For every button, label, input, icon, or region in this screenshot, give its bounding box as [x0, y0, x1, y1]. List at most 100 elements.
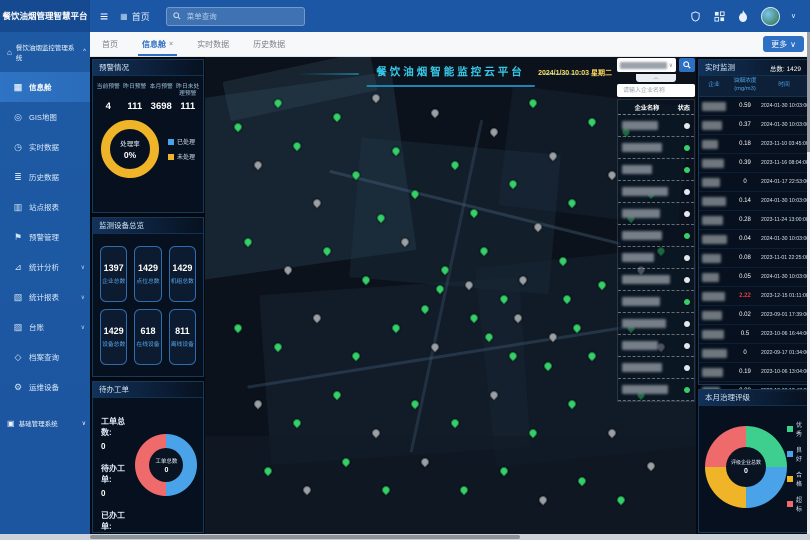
company-name-search-box[interactable]	[617, 84, 695, 97]
app-root: 餐饮油烟管理智慧平台 ≡ ▦ 首页 ∨ 首页信息舱×实时数据历史数据	[0, 0, 810, 540]
company-name-input[interactable]	[621, 87, 691, 95]
realtime-row[interactable]: 0.022023-09-01 17:39:00	[699, 306, 807, 325]
grid-icon: ▦	[120, 12, 128, 21]
company-list-row[interactable]	[618, 357, 694, 379]
menu-search-box[interactable]	[166, 7, 305, 26]
realtime-row[interactable]: 0.052024-01-30 10:03:00	[699, 268, 807, 287]
reading-time: 2023-10-06 13:04:00	[761, 369, 809, 375]
sidebar-item-stat-report[interactable]: ▧统计报表∨	[0, 282, 90, 312]
legend-label: 超标	[796, 495, 802, 513]
map-marker-pin[interactable]	[429, 107, 440, 118]
sidebar-item-label: 信息舱	[29, 82, 52, 93]
selected-value-redacted	[620, 62, 667, 69]
sidebar-item-alarm-manage[interactable]: ⚑预警管理	[0, 222, 90, 252]
company-list-row[interactable]	[618, 159, 694, 181]
map-search-button[interactable]	[679, 58, 695, 72]
sidebar-item-ledger[interactable]: ▨台账∨	[0, 312, 90, 342]
close-icon[interactable]: ×	[169, 41, 173, 48]
map-marker-pin[interactable]	[233, 322, 244, 333]
company-name-redacted	[702, 235, 727, 244]
legend-item: 超标	[787, 495, 802, 513]
company-list-row[interactable]	[618, 269, 694, 291]
company-list-row[interactable]	[618, 335, 694, 357]
tab-3[interactable]: 历史数据	[241, 32, 297, 56]
realtime-row[interactable]: 0.592024-01-30 10:03:00	[699, 97, 807, 116]
realtime-row[interactable]: 02022-09-17 01:34:00	[699, 344, 807, 363]
company-list-row[interactable]	[618, 247, 694, 269]
company-list-row[interactable]	[618, 225, 694, 247]
legend-swatch	[787, 426, 793, 432]
map-marker-pin[interactable]	[252, 398, 263, 409]
sidebar-item-archive-query[interactable]: ◇档案查询	[0, 342, 90, 372]
ops-device-icon: ⚙	[13, 382, 23, 393]
sidebar-item-gis-map[interactable]: ◎GIS地图	[0, 102, 90, 132]
realtime-monitor-panel: 实时监测 总数: 1429 企业 油烟浓度(mg/m3) 时间 0.592024…	[698, 59, 808, 385]
company-list-row[interactable]	[618, 379, 694, 401]
company-select[interactable]: ∨	[617, 58, 676, 72]
shield-icon[interactable]	[689, 10, 702, 23]
realtime-row[interactable]: 0.372024-01-30 10:03:00	[699, 116, 807, 135]
sidebar-item-ops-device[interactable]: ⚙ 运维设备	[0, 372, 90, 402]
tab-1[interactable]: 信息舱×	[130, 32, 185, 56]
horizontal-scrollbar[interactable]	[0, 534, 810, 540]
alarm-stat: 本月预警3698	[148, 84, 175, 112]
flame-icon[interactable]	[737, 10, 750, 23]
reading-time: 2023-10-06 16:44:00	[761, 331, 809, 337]
status-dot-green	[684, 387, 690, 393]
tab-0[interactable]: 首页	[90, 32, 130, 56]
company-name-redacted	[702, 140, 718, 149]
realtime-row[interactable]: 0.282023-11-24 13:00:00	[699, 211, 807, 230]
workorder-donut: 工单总数 0	[135, 434, 197, 496]
company-list-row[interactable]	[618, 313, 694, 335]
realtime-row[interactable]: 2.222023-12-15 01:11:00	[699, 287, 807, 306]
hamburger-menu-icon[interactable]: ≡	[100, 8, 108, 24]
sidebar-item-info-cabin[interactable]: ▦信息舱	[0, 72, 90, 102]
alarm-stat: 昨日未处理预警111	[175, 84, 202, 112]
sidebar-item-label: 实时数据	[29, 142, 59, 153]
menu-search-input[interactable]	[185, 11, 298, 22]
station-report-icon: ▥	[13, 202, 23, 213]
alarm-panel-title: 预警情况	[99, 62, 129, 73]
company-name-redacted	[622, 385, 668, 394]
map-marker-pin[interactable]	[488, 126, 499, 137]
sidebar-item-realtime-data[interactable]: ◷ 实时数据	[0, 132, 90, 162]
chevron-down-icon[interactable]: ∨	[791, 12, 796, 20]
company-list-row[interactable]	[618, 115, 694, 137]
realtime-row[interactable]: 02024-01-17 22:53:00	[699, 173, 807, 192]
density-value: 0.04	[729, 236, 761, 242]
tab-2[interactable]: 实时数据	[185, 32, 241, 56]
realtime-row[interactable]: 0.142024-01-30 10:03:00	[699, 192, 807, 211]
legend-label: 已处理	[177, 137, 195, 146]
realtime-row[interactable]: 0.182023-11-10 03:45:00	[699, 135, 807, 154]
realtime-table-header: 企业 油烟浓度(mg/m3) 时间	[699, 76, 807, 97]
company-name-redacted	[702, 102, 726, 111]
sidebar-item-label: 历史数据	[29, 172, 59, 183]
more-button[interactable]: 更多 ∨	[763, 36, 804, 52]
realtime-row[interactable]: 0.192023-10-06 13:04:00	[699, 363, 807, 382]
sidebar-item-history-data[interactable]: ≣历史数据	[0, 162, 90, 192]
realtime-row[interactable]: 0.042024-01-30 10:03:00	[699, 230, 807, 249]
company-list-row[interactable]	[618, 137, 694, 159]
realtime-row[interactable]: 0.52023-10-06 16:44:00	[699, 325, 807, 344]
user-avatar[interactable]	[761, 7, 780, 26]
sidebar-item-label: 运维设备	[29, 382, 59, 393]
device-stat-value: 1429	[104, 326, 124, 336]
fullscreen-grid-icon[interactable]	[713, 10, 726, 23]
tab-label: 信息舱	[142, 39, 166, 50]
company-list-row[interactable]	[618, 203, 694, 225]
realtime-row[interactable]: 0.392023-11-16 08:04:00	[699, 154, 807, 173]
realtime-data-icon: ◷	[13, 142, 23, 153]
company-list-row[interactable]	[618, 181, 694, 203]
sidebar-section-smoke-monitor-system[interactable]: ⌂ 餐饮油烟监控管理系统 ^	[0, 32, 90, 72]
sidebar-item-stat-analysis[interactable]: ⊿统计分析∨	[0, 252, 90, 282]
company-name-redacted	[702, 368, 723, 377]
company-list-row[interactable]	[618, 291, 694, 313]
company-name-redacted	[622, 165, 652, 174]
collapse-panel-button[interactable]: ︿	[636, 74, 676, 82]
sidebar-item-station-report[interactable]: ▥站点报表	[0, 192, 90, 222]
realtime-row[interactable]: 0.082023-11-01 22:25:00	[699, 249, 807, 268]
company-name-redacted	[622, 231, 662, 240]
sidebar-section-base-manage-system[interactable]: ▣ 基础管理系统 ∨	[0, 408, 90, 438]
breadcrumb[interactable]: ▦ 首页	[120, 10, 150, 23]
horizontal-scrollbar-thumb[interactable]	[90, 535, 520, 539]
